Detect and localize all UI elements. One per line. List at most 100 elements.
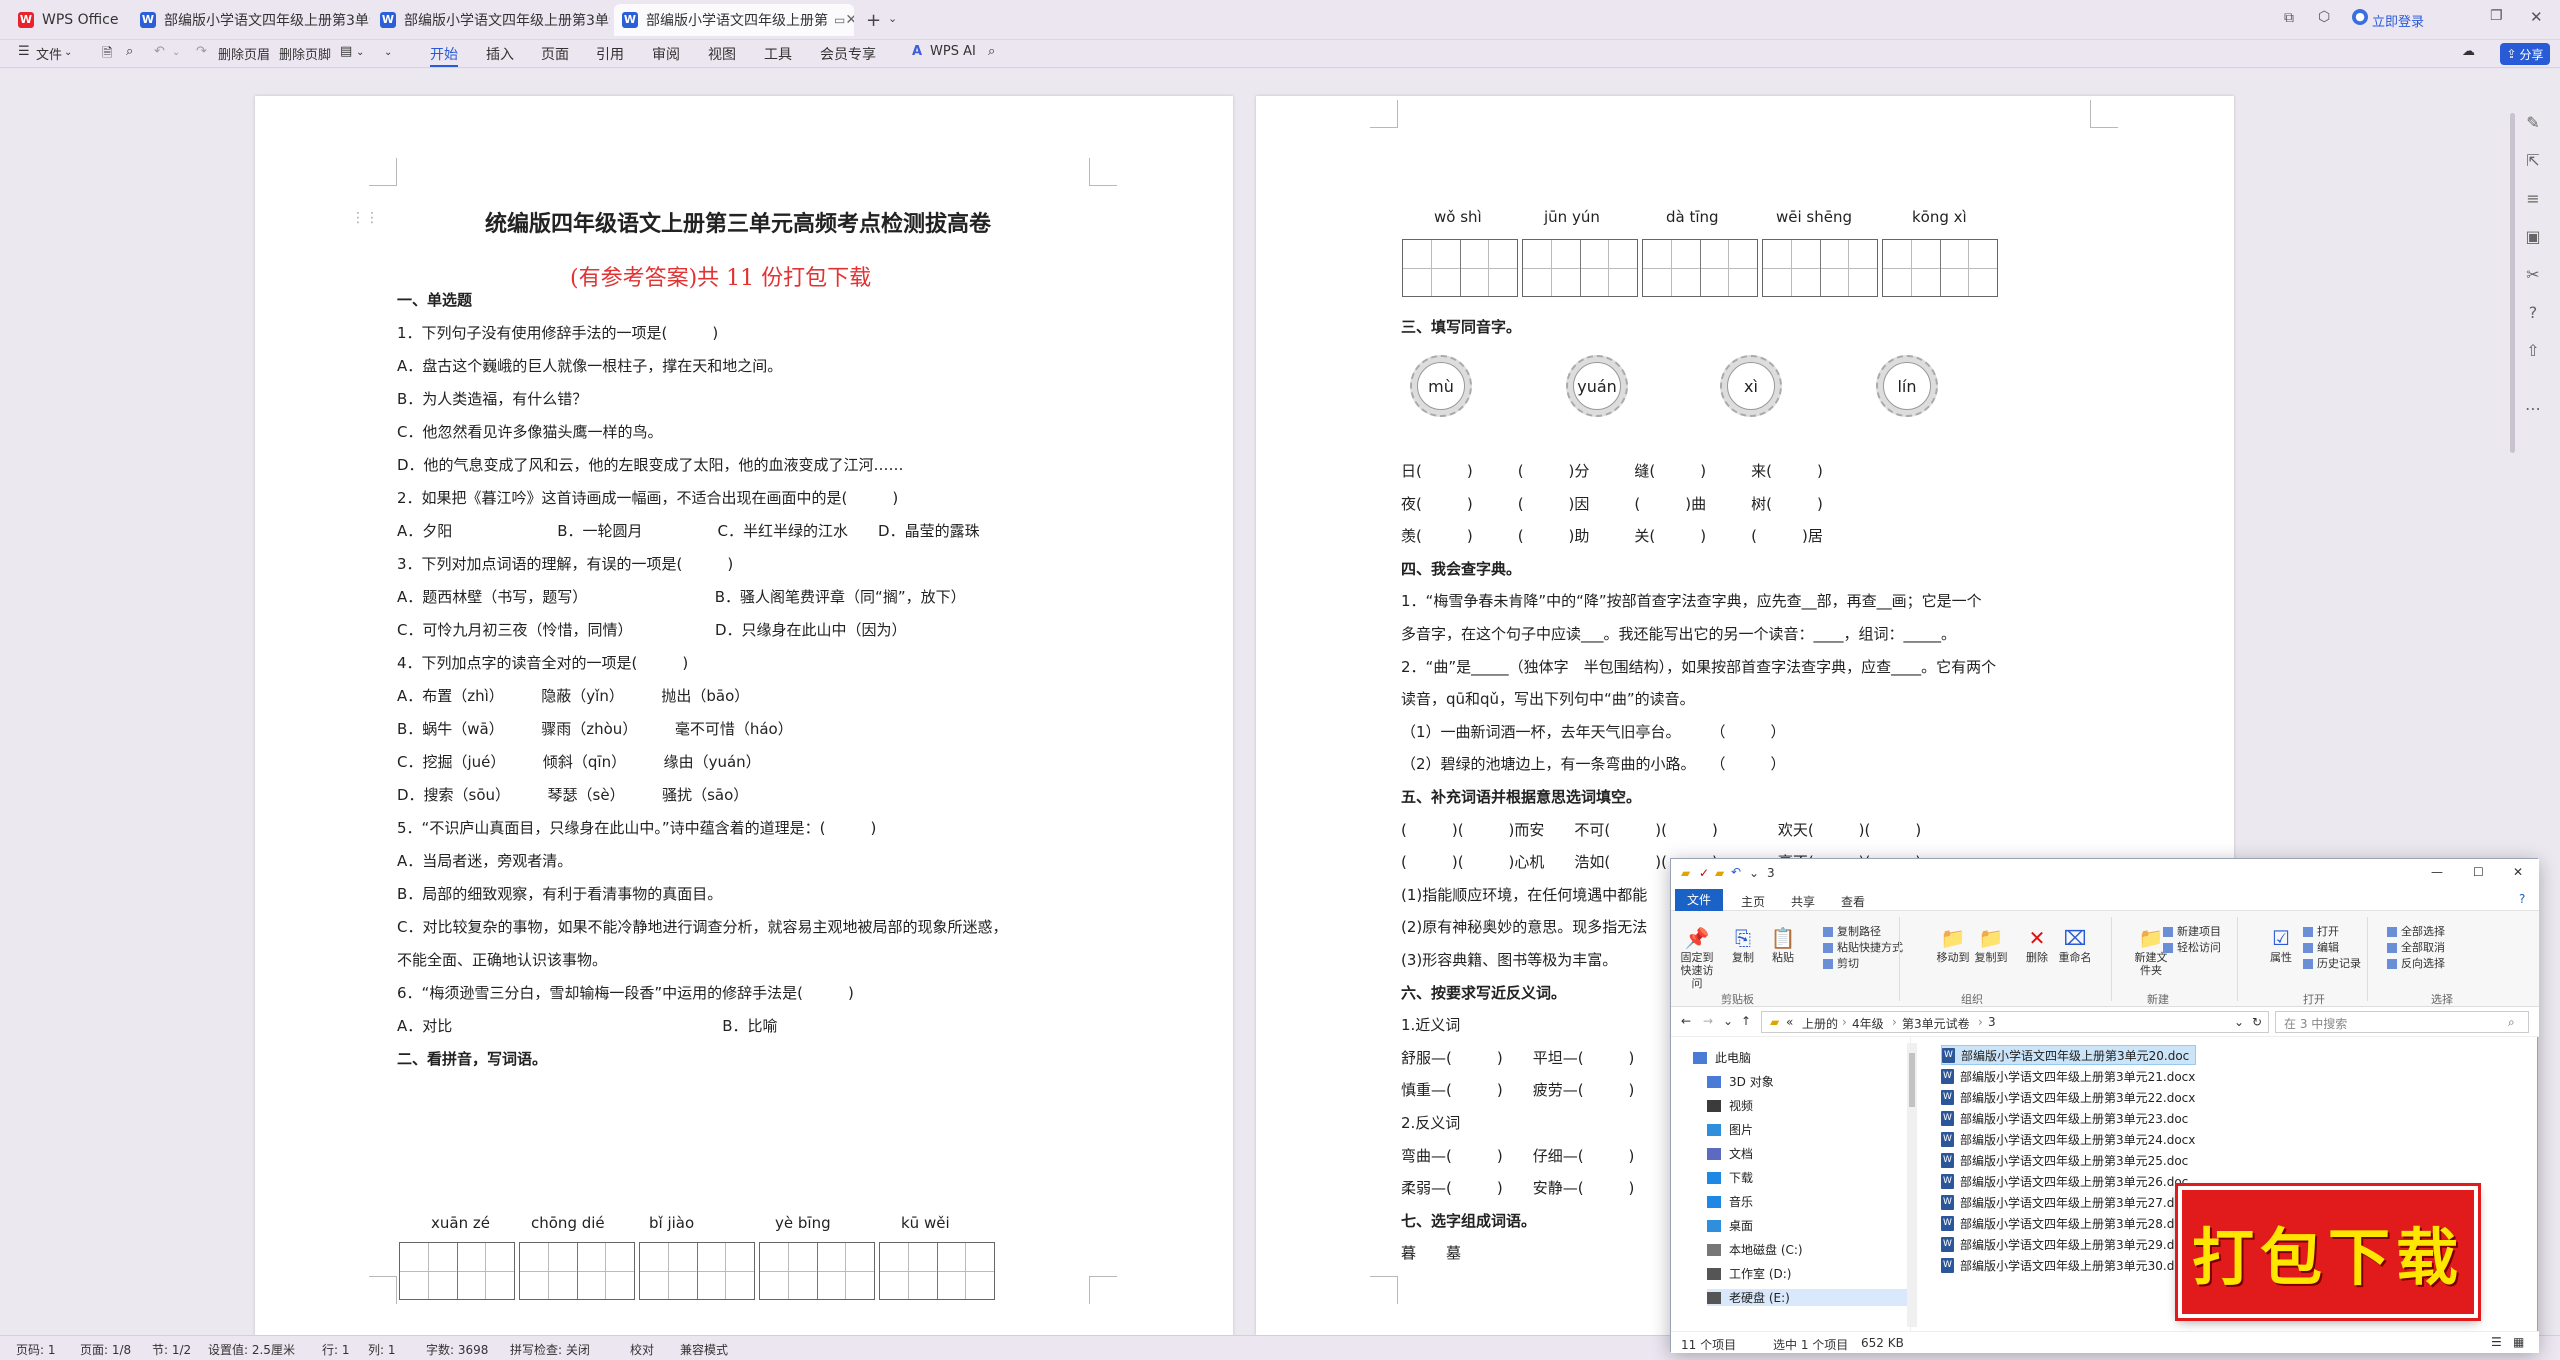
file-row[interactable]: W 部编版小学语文四年级上册第3单元21.docx xyxy=(1941,1066,2195,1086)
close-explorer-icon[interactable]: ✕ xyxy=(2513,865,2523,879)
address-chevron-icon[interactable]: ⌄ xyxy=(2234,1015,2244,1029)
search-box[interactable]: 在 3 中搜索 ⌕ xyxy=(2275,1011,2529,1033)
breadcrumb-item[interactable]: 第3单元试卷 xyxy=(1902,1015,1970,1032)
new-folder-icon[interactable]: ▰ xyxy=(1715,866,1724,880)
wps-ai-button[interactable]: WPS AI xyxy=(930,44,976,59)
search-icon[interactable]: ⌕ xyxy=(988,44,995,59)
ribbon-button[interactable]: 反向选择 xyxy=(2387,955,2445,971)
maximize-icon[interactable]: ☐ xyxy=(2473,865,2484,879)
user-avatar-icon[interactable]: ● xyxy=(2352,9,2368,25)
undo-icon[interactable]: ↶ xyxy=(1731,865,1741,879)
save-icon[interactable]: 🗎 xyxy=(102,44,112,66)
window-layout-icon[interactable]: ⧉ xyxy=(2284,10,2294,26)
menu-page[interactable]: 页面 xyxy=(541,44,569,64)
menu-tools[interactable]: 工具 xyxy=(764,44,792,64)
ribbon-tab-file[interactable]: 文件 xyxy=(1675,889,1723,911)
details-view-icon[interactable]: ☰ xyxy=(2491,1335,2502,1349)
ribbon-button[interactable]: 📌 固定到快速访问 xyxy=(1677,925,1717,990)
file-menu[interactable]: 文件 xyxy=(36,44,62,63)
menu-insert[interactable]: 插入 xyxy=(486,44,514,64)
ribbon-button[interactable]: 全部取消 xyxy=(2387,939,2445,955)
pen-icon[interactable]: ✎ xyxy=(2522,113,2544,135)
file-row[interactable]: W 部编版小学语文四年级上册第3单元20.doc xyxy=(1941,1045,2197,1065)
menu-member[interactable]: 会员专享 xyxy=(820,44,876,64)
delete-footer-button[interactable]: 删除页脚 xyxy=(279,44,331,63)
ribbon-button[interactable]: 📋 粘贴 xyxy=(1763,925,1803,964)
breadcrumb-item[interactable]: 4年级 xyxy=(1852,1015,1884,1032)
ribbon-button[interactable]: 打开 xyxy=(2303,923,2339,939)
share-button[interactable]: ⇪ 分享 xyxy=(2500,43,2550,65)
redo-icon[interactable]: ↷ xyxy=(196,44,207,59)
file-row[interactable]: W 部编版小学语文四年级上册第3单元23.doc xyxy=(1941,1108,2188,1128)
ribbon-button[interactable]: 📁 移动到 xyxy=(1933,925,1973,964)
ribbon-button[interactable]: 编辑 xyxy=(2303,939,2339,955)
status-spellcheck[interactable]: 拼写检查: 关闭 xyxy=(510,1341,590,1358)
share-cloud-icon[interactable]: ⇧ xyxy=(2522,341,2544,363)
ribbon-button[interactable]: 轻松访问 xyxy=(2163,939,2221,955)
quick-access-chevron-icon[interactable]: ⌄ xyxy=(1749,866,1759,880)
file-row[interactable]: W 部编版小学语文四年级上册第3单元25.doc xyxy=(1941,1150,2188,1170)
tab-doc-2[interactable]: W 部编版小学语文四年级上册第3单元 xyxy=(372,4,610,36)
file-row[interactable]: W 部编版小学语文四年级上册第3单元29.doc xyxy=(1941,1234,2188,1254)
page-setup-icon[interactable]: ▤ xyxy=(340,44,352,59)
history-chevron-icon[interactable]: ⌄ xyxy=(1723,1014,1733,1028)
help-icon[interactable]: ? xyxy=(2522,303,2544,325)
file-row[interactable]: W 部编版小学语文四年级上册第3单元22.docx xyxy=(1941,1087,2195,1107)
tianzige-grid[interactable] xyxy=(639,1242,755,1300)
page-setup-chevron-icon[interactable]: ⌄ xyxy=(356,47,364,58)
menu-home[interactable]: 开始 xyxy=(430,44,458,67)
more-icon[interactable]: ⋯ xyxy=(2522,399,2544,421)
file-row[interactable]: W 部编版小学语文四年级上册第3单元30.doc xyxy=(1941,1255,2188,1275)
forward-icon[interactable]: → xyxy=(1703,1014,1713,1028)
ribbon-button[interactable]: 全部选择 xyxy=(2387,923,2445,939)
tianzige-grid[interactable] xyxy=(1762,239,1878,297)
login-link[interactable]: 立即登录 xyxy=(2372,11,2424,30)
tab-wps-office[interactable]: W WPS Office xyxy=(10,4,130,36)
status-wordcount[interactable]: 字数: 3698 xyxy=(426,1341,488,1358)
file-row[interactable]: W 部编版小学语文四年级上册第3单元24.docx xyxy=(1941,1129,2195,1149)
restore-window-icon[interactable]: ❐ xyxy=(2490,8,2503,24)
file-row[interactable]: W 部编版小学语文四年级上册第3单元27.doc xyxy=(1941,1192,2188,1212)
menu-review[interactable]: 审阅 xyxy=(652,44,680,64)
cube-icon[interactable]: ⬡ xyxy=(2318,9,2330,25)
tiles-view-icon[interactable]: ▦ xyxy=(2513,1335,2524,1349)
close-tab-icon[interactable]: ✕ xyxy=(845,12,854,28)
ribbon-button[interactable]: 📁 复制到 xyxy=(1971,925,2011,964)
tianzige-grid[interactable] xyxy=(399,1242,515,1300)
tab-doc-3-active[interactable]: W 部编版小学语文四年级上册第 ▭ ✕ xyxy=(614,4,854,36)
close-window-icon[interactable]: ✕ xyxy=(2530,8,2543,26)
ribbon-tab-home[interactable]: 主页 xyxy=(1741,893,1765,910)
ribbon-button[interactable]: 复制路径 xyxy=(1823,923,1881,939)
tianzige-grid[interactable] xyxy=(1882,239,1998,297)
ribbon-button[interactable]: ⎘ 复制 xyxy=(1723,925,1763,964)
tab-doc-1[interactable]: W 部编版小学语文四年级上册第3单元 xyxy=(132,4,370,36)
refresh-icon[interactable]: ↻ xyxy=(2252,1015,2262,1029)
ribbon-tab-view[interactable]: 查看 xyxy=(1841,893,1865,910)
download-promo-banner[interactable]: 打包下载 xyxy=(2178,1186,2478,1318)
file-row[interactable]: W 部编版小学语文四年级上册第3单元26.doc xyxy=(1941,1171,2188,1191)
ribbon-button[interactable]: ☑ 属性 xyxy=(2261,925,2301,964)
file-row[interactable]: W 部编版小学语文四年级上册第3单元28.doc xyxy=(1941,1213,2188,1233)
ribbon-tab-share[interactable]: 共享 xyxy=(1791,893,1815,910)
ribbon-button[interactable]: 历史记录 xyxy=(2303,955,2361,971)
more-chevron-icon[interactable]: ⌄ xyxy=(384,47,392,58)
menu-references[interactable]: 引用 xyxy=(596,44,624,64)
ribbon-button[interactable]: 剪切 xyxy=(1823,955,1859,971)
drag-handle-icon[interactable]: ⋮⋮ xyxy=(351,210,379,226)
document-page-1[interactable]: ⋮⋮ 统编版四年级语文上册第三单元高频考点检测拔高卷 (有参考答案)共 11 份… xyxy=(255,96,1233,1335)
file-menu-chevron-icon[interactable]: ⌄ xyxy=(64,47,72,58)
wps-ai-icon[interactable]: A xyxy=(912,44,922,59)
breadcrumb-item[interactable]: 3 xyxy=(1988,1015,1996,1029)
layers-icon[interactable]: ▣ xyxy=(2522,227,2544,249)
back-icon[interactable]: ← xyxy=(1681,1014,1691,1028)
up-icon[interactable]: ↑ xyxy=(1741,1014,1751,1028)
ribbon-button[interactable]: ✕ 删除 xyxy=(2017,925,2057,964)
undo-icon[interactable]: ↶ xyxy=(154,44,165,59)
breadcrumb-item[interactable]: 上册的 xyxy=(1802,1015,1838,1032)
minimize-icon[interactable]: — xyxy=(2431,865,2443,879)
help-icon[interactable]: ? xyxy=(2519,892,2525,906)
properties-icon[interactable]: ✓ xyxy=(1699,866,1709,880)
breadcrumb-item[interactable]: « xyxy=(1786,1015,1793,1029)
cloud-sync-icon[interactable]: ☁ xyxy=(2462,44,2475,59)
ribbon-button[interactable]: 粘贴快捷方式 xyxy=(1823,939,1903,955)
